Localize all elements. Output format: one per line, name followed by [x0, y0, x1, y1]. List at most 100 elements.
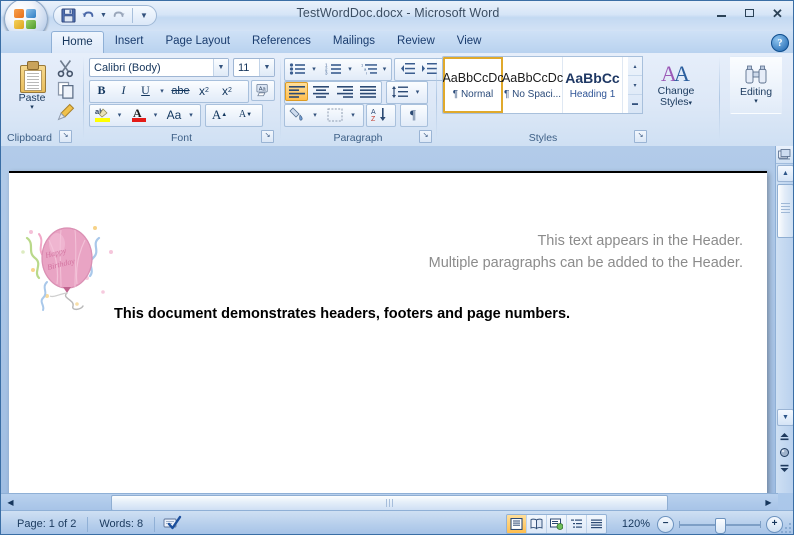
tab-insert[interactable]: Insert	[104, 31, 155, 53]
borders-dropdown-icon[interactable]: ▾	[347, 105, 359, 124]
paste-dropdown-icon[interactable]: ▾	[30, 104, 34, 111]
subscript-button[interactable]: x2	[193, 81, 215, 100]
minimize-button[interactable]	[708, 4, 735, 22]
view-web-layout-button[interactable]	[547, 515, 567, 533]
scroll-up-button[interactable]: ▲	[777, 165, 794, 182]
scroll-left-button[interactable]: ◀	[3, 495, 18, 509]
align-center-button[interactable]	[309, 82, 332, 101]
style-item-heading-1[interactable]: AaBbCс Heading 1	[563, 57, 623, 113]
scroll-down-button[interactable]: ▼	[777, 409, 794, 426]
customize-qat-icon[interactable]: ▼	[136, 7, 152, 25]
styles-scroll-up-button[interactable]: ▴	[628, 57, 642, 76]
document-body-text[interactable]: This document demonstrates headers, foot…	[114, 306, 570, 322]
copy-button[interactable]	[55, 80, 77, 100]
help-button[interactable]: ?	[771, 34, 789, 52]
save-button[interactable]	[58, 7, 78, 25]
view-ruler-button[interactable]	[776, 146, 793, 164]
vertical-scrollbar[interactable]: ▲ ▼	[775, 146, 793, 493]
style-item-no-spacing[interactable]: AaBbCcDc ¶ No Spaci...	[503, 57, 563, 113]
change-styles-button[interactable]: A A Change Styles▾	[650, 56, 702, 120]
styles-scroll-down-button[interactable]: ▾	[628, 76, 642, 95]
font-name-dropdown-icon[interactable]: ▼	[213, 59, 228, 76]
text-highlight-button[interactable]: ab	[91, 105, 114, 124]
multilevel-dropdown-icon[interactable]: ▾	[379, 59, 390, 78]
styles-more-button[interactable]: ▬	[628, 95, 642, 113]
underline-dropdown-icon[interactable]: ▾	[156, 81, 168, 100]
numbering-button[interactable]: 1 2 3	[322, 59, 344, 78]
redo-button[interactable]	[109, 7, 129, 25]
shading-button[interactable]	[286, 105, 309, 124]
close-button[interactable]: ✕	[764, 4, 791, 22]
multilevel-list-button[interactable]: 1 a i	[358, 59, 380, 78]
change-case-button[interactable]: Aa	[163, 105, 185, 124]
document-canvas[interactable]: Happy Birthday This text appears in the …	[1, 146, 794, 493]
bold-button[interactable]: B	[91, 81, 112, 100]
view-draft-button[interactable]	[587, 515, 606, 533]
tab-view[interactable]: View	[446, 31, 493, 53]
resize-grip[interactable]	[781, 523, 793, 535]
styles-dialog-launcher[interactable]: ↘	[634, 130, 647, 143]
line-spacing-button[interactable]	[387, 82, 411, 101]
align-left-button[interactable]	[285, 82, 308, 101]
page-indicator[interactable]: Page: 1 of 2	[7, 514, 86, 534]
select-browse-object-button[interactable]	[778, 446, 791, 459]
superscript-button[interactable]: x2	[216, 81, 238, 100]
sort-button[interactable]: A Z	[367, 105, 393, 124]
zoom-slider-handle[interactable]	[715, 518, 726, 534]
style-item-normal[interactable]: AaBbCcDc ¶ Normal	[443, 57, 503, 113]
font-color-dropdown-icon[interactable]: ▾	[150, 105, 161, 124]
numbering-dropdown-icon[interactable]: ▾	[344, 59, 356, 78]
balloon-clipart-image[interactable]: Happy Birthday	[17, 218, 123, 313]
change-case-dropdown-icon[interactable]: ▾	[185, 105, 197, 124]
editing-button[interactable]: Editing ▾	[730, 56, 782, 114]
view-outline-button[interactable]	[567, 515, 587, 533]
tab-mailings[interactable]: Mailings	[322, 31, 386, 53]
undo-dropdown-icon[interactable]: ▼	[98, 7, 109, 25]
undo-button[interactable]	[78, 7, 98, 25]
paste-button[interactable]: Paste ▾	[9, 57, 55, 125]
horizontal-scrollbar-thumb[interactable]	[111, 495, 668, 511]
italic-button[interactable]: I	[113, 81, 134, 100]
shading-dropdown-icon[interactable]: ▾	[309, 105, 321, 124]
decrease-indent-button[interactable]	[396, 59, 418, 78]
zoom-slider[interactable]	[679, 517, 761, 532]
document-header-text[interactable]: This text appears in the Header. Multipl…	[143, 230, 743, 274]
bullets-dropdown-icon[interactable]: ▾	[308, 59, 320, 78]
bullets-button[interactable]	[286, 59, 308, 78]
grow-font-button[interactable]: A▲	[207, 105, 232, 124]
editing-dropdown-icon[interactable]: ▾	[754, 98, 758, 106]
strikethrough-button[interactable]: abe	[169, 81, 192, 100]
show-formatting-marks-button[interactable]: ¶	[401, 105, 425, 124]
maximize-button[interactable]	[736, 4, 763, 22]
highlight-dropdown-icon[interactable]: ▾	[114, 105, 125, 124]
previous-page-button[interactable]	[778, 430, 791, 443]
borders-button[interactable]	[323, 105, 346, 124]
vertical-scrollbar-thumb[interactable]	[777, 184, 794, 238]
word-count-indicator[interactable]: Words: 8	[89, 514, 153, 534]
align-right-button[interactable]	[333, 82, 356, 101]
paragraph-dialog-launcher[interactable]: ↘	[419, 130, 432, 143]
view-print-layout-button[interactable]	[507, 515, 527, 533]
font-name-combo[interactable]: Calibri (Body) ▼	[89, 58, 229, 77]
font-size-dropdown-icon[interactable]: ▼	[259, 59, 274, 76]
format-painter-button[interactable]	[55, 102, 77, 122]
tab-page-layout[interactable]: Page Layout	[154, 31, 241, 53]
view-full-screen-reading-button[interactable]	[527, 515, 547, 533]
justify-button[interactable]	[357, 82, 379, 101]
zoom-out-button[interactable]: −	[657, 516, 674, 533]
font-color-button[interactable]: A	[127, 105, 150, 124]
next-page-button[interactable]	[778, 462, 791, 475]
cut-button[interactable]	[55, 58, 77, 78]
zoom-level-label[interactable]: 120%	[615, 518, 657, 530]
horizontal-scrollbar[interactable]: ◀ ▶	[1, 493, 778, 511]
line-spacing-dropdown-icon[interactable]: ▾	[411, 82, 424, 101]
document-page[interactable]: Happy Birthday This text appears in the …	[9, 171, 767, 493]
shrink-font-button[interactable]: A▼	[233, 105, 258, 124]
scroll-right-button[interactable]: ▶	[761, 495, 776, 509]
tab-references[interactable]: References	[241, 31, 322, 53]
proofing-status-button[interactable]	[156, 514, 189, 534]
underline-button[interactable]: U	[135, 81, 156, 100]
tab-review[interactable]: Review	[386, 31, 446, 53]
tab-home[interactable]: Home	[51, 31, 104, 53]
clear-formatting-button[interactable]: Aa	[251, 80, 275, 101]
